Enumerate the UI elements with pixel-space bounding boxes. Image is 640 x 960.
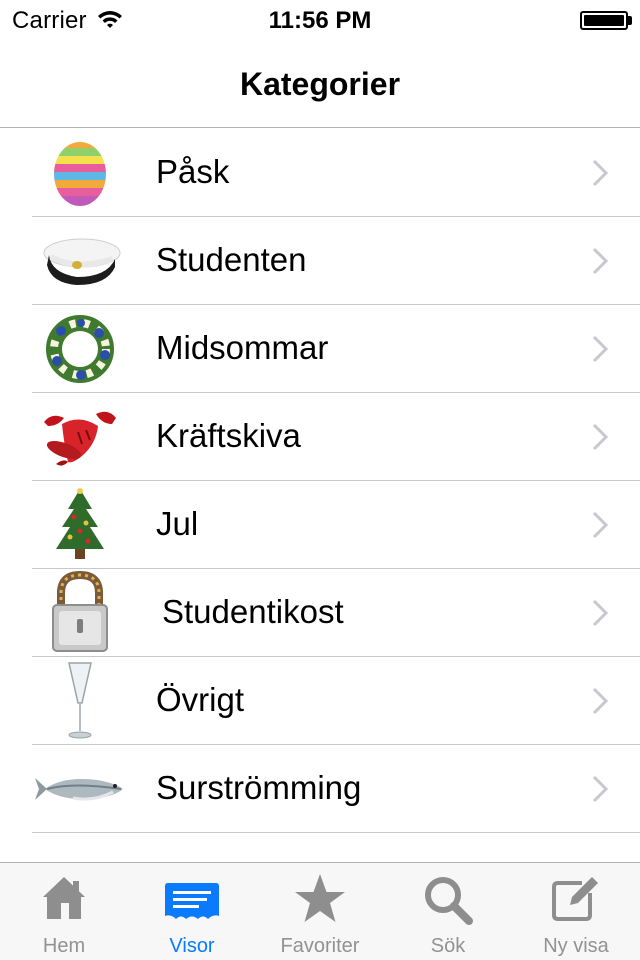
page-title: Kategorier	[239, 66, 401, 102]
champagne-glass-icon	[32, 661, 128, 741]
category-row-jul[interactable]: Jul	[0, 481, 640, 569]
tab-label: Sök	[430, 935, 466, 957]
tab-label: Ny visa	[543, 935, 609, 957]
category-label: Övrigt	[156, 681, 245, 718]
tab-sok[interactable]: Sök	[384, 863, 512, 960]
tab-bar: Hem Visor Favoriter Sök Ny visa	[0, 862, 640, 960]
ticket-icon	[165, 883, 219, 926]
herring-fish-icon	[32, 749, 128, 829]
star-icon	[293, 873, 347, 930]
tab-label: Hem	[42, 935, 86, 957]
house-icon	[41, 875, 87, 926]
category-row-pask[interactable]: Påsk	[0, 129, 640, 217]
category-row-midsommar[interactable]: Midsommar	[0, 305, 640, 393]
student-cap-icon	[32, 221, 128, 301]
flower-wreath-icon	[32, 309, 128, 389]
category-label: Surströmming	[156, 769, 362, 806]
category-row-surstromming[interactable]: Surströmming	[0, 745, 640, 833]
category-label: Kräftskiva	[156, 417, 301, 454]
status-bar: Carrier 11:56 PM	[0, 0, 640, 40]
category-row-ovrigt[interactable]: Övrigt	[0, 657, 640, 745]
chevron-right-icon	[592, 159, 609, 192]
category-row-studentikost[interactable]: Studentikost	[0, 569, 640, 657]
padlock-icon	[32, 571, 128, 653]
navigation-bar: Kategorier	[0, 40, 640, 128]
tab-ny-visa[interactable]: Ny visa	[512, 863, 640, 960]
chevron-right-icon	[592, 335, 609, 368]
search-icon	[423, 875, 473, 930]
category-row-kraftskiva[interactable]: Kräftskiva	[0, 393, 640, 481]
row-separator	[32, 832, 640, 833]
category-list: Påsk Studenten Midsommar Kräftskiva Jul …	[0, 129, 640, 833]
category-label: Studentikost	[162, 593, 344, 630]
category-label: Påsk	[156, 153, 230, 190]
chevron-right-icon	[592, 423, 609, 456]
chevron-right-icon	[592, 247, 609, 280]
tab-hem[interactable]: Hem	[0, 863, 128, 960]
crayfish-icon	[32, 397, 128, 477]
chevron-right-icon	[592, 599, 609, 632]
tab-label: Visor	[169, 935, 215, 957]
chevron-right-icon	[592, 775, 609, 808]
chevron-right-icon	[592, 687, 609, 720]
christmas-tree-icon	[32, 485, 128, 565]
status-time: 11:56 PM	[268, 7, 372, 34]
tab-favoriter[interactable]: Favoriter	[256, 863, 384, 960]
battery-tip	[628, 16, 632, 25]
compose-icon	[552, 877, 600, 926]
tab-visor[interactable]: Visor	[128, 863, 256, 960]
chevron-right-icon	[592, 511, 609, 544]
category-label: Studenten	[156, 241, 307, 278]
category-label: Midsommar	[156, 329, 329, 366]
category-row-studenten[interactable]: Studenten	[0, 217, 640, 305]
battery-icon	[580, 11, 628, 30]
tab-label: Favoriter	[280, 935, 360, 957]
easter-egg-icon	[32, 133, 128, 213]
category-label: Jul	[156, 505, 199, 542]
